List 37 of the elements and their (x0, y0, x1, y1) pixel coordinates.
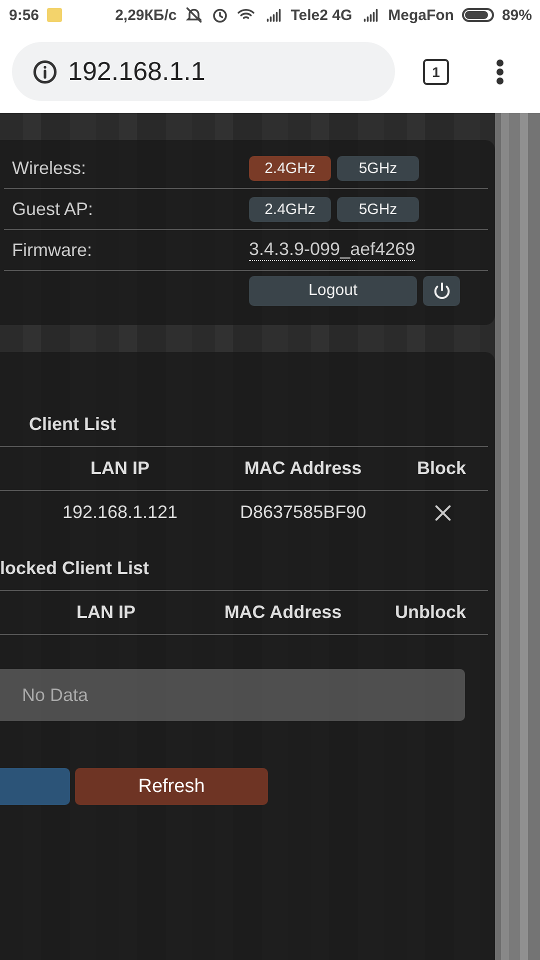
column-header: Block (416, 458, 467, 479)
firmware-link[interactable]: 3.4.3.9-099_aef4269 (249, 239, 416, 261)
carrier-name: MegaFon (388, 6, 454, 24)
carrier-name: Tele2 4G (290, 6, 352, 24)
band-toggle[interactable]: 5GHz (337, 156, 419, 180)
alarm-icon (210, 6, 229, 24)
band-toggle[interactable]: 5GHz (337, 196, 419, 222)
column-header: LAN IP (89, 458, 150, 479)
table-cell-text: 192.168.1.121 (61, 502, 179, 523)
logout-button[interactable]: Logout (249, 276, 417, 306)
band-toggle[interactable]: 2.4GHz (249, 196, 331, 222)
column-header: MAC Address (223, 602, 343, 623)
network-speed: 2,29КБ/с (115, 6, 177, 24)
clock: 9:56 (9, 6, 40, 24)
menu-icon[interactable] (496, 58, 504, 84)
battery-percent: 89% (502, 6, 532, 24)
section-title: Client List (0, 402, 488, 447)
close-icon (433, 502, 453, 522)
power-icon (432, 281, 452, 301)
empty-message: No Data (0, 669, 465, 721)
power-button[interactable] (423, 276, 460, 306)
column-header: Unblock (394, 602, 467, 623)
table-cell: D8637585BF90 (240, 502, 366, 523)
setting-label: Firmware: (11, 240, 93, 260)
address-bar[interactable]: 192.168.1.1 (12, 42, 395, 101)
setting-label: Guest AP: (11, 198, 94, 220)
section-title: locked Client List (0, 546, 488, 591)
column-header: LAN IP (75, 602, 136, 623)
notification-icon (47, 8, 62, 22)
column-header: MAC Address (243, 458, 363, 479)
muted-bell-icon (184, 6, 203, 24)
tab-count-button[interactable]: 1 (423, 58, 449, 84)
battery-icon (462, 8, 494, 22)
setting-label: Wireless: (11, 158, 88, 178)
info-icon (32, 58, 58, 84)
band-toggle[interactable]: 2.4GHz (249, 156, 331, 180)
refresh-button[interactable]: Refresh (75, 768, 268, 805)
